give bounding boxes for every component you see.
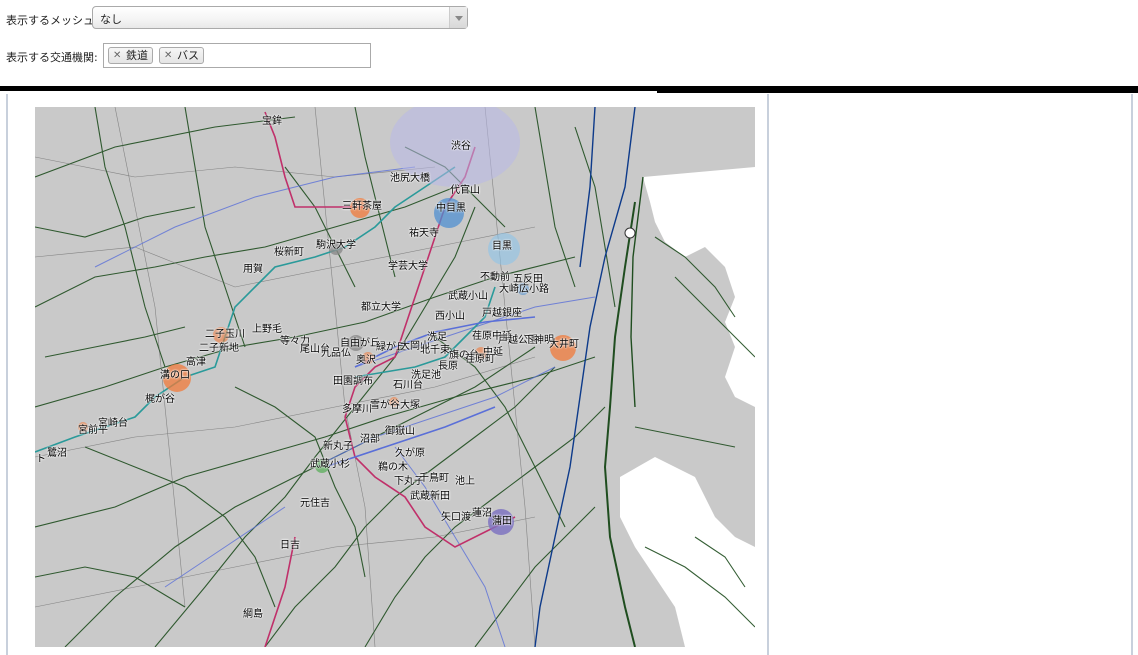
transport-label: 表示する交通機関:: [6, 51, 98, 64]
station-label: 千鳥町: [419, 473, 449, 484]
station-label: 久が原: [395, 448, 425, 459]
station-label: 駒沢大学: [316, 240, 356, 251]
station-label: 御嶽山: [385, 426, 415, 437]
station-label: 北千束: [420, 345, 450, 356]
station-label: 蓮沼: [472, 508, 492, 519]
chevron-down-icon[interactable]: [449, 7, 467, 28]
station-label: 二子玉川: [205, 329, 245, 340]
station-label: 鵜の木: [378, 462, 408, 473]
map-canvas: [35, 107, 755, 647]
map-view[interactable]: 宝鉾 渋谷 池尻大橋 代官山 三軒茶屋 中目黒 祐天寺 目黒 駒沢大学 桜新町 …: [35, 107, 755, 647]
map-top-label: 宝鉾: [262, 116, 282, 127]
station-label: 矢口渡: [441, 512, 471, 523]
station-label: 大井町: [549, 339, 579, 350]
station-label: 池尻大橋: [390, 173, 430, 184]
station-label: 綱島: [243, 609, 263, 620]
station-label: 大崎広小路: [499, 284, 549, 295]
station-label: 新丸子: [323, 441, 353, 452]
station-label: 洗足: [427, 332, 447, 343]
station-label: 元住吉: [300, 498, 330, 509]
sea-area-lower: [620, 457, 755, 647]
mesh-select-value: なし: [100, 13, 122, 26]
station-label: 沼部: [360, 434, 380, 445]
mesh-select[interactable]: なし: [92, 6, 468, 29]
transport-multiselect[interactable]: ✕ 鉄道 ✕ バス: [103, 43, 371, 68]
station-label: 都立大学: [361, 302, 401, 313]
station-label: 九品仏: [321, 348, 351, 359]
station-label: 石川台: [393, 380, 423, 391]
station-label: 武蔵小山: [448, 291, 488, 302]
divider-bar-right: [657, 86, 1138, 93]
station-label: 中目黒: [436, 203, 466, 214]
station-label: 武蔵小杉: [310, 459, 350, 470]
mesh-label: 表示するメッシュ:: [6, 14, 98, 27]
chip-rail-label: 鉄道: [126, 49, 148, 62]
station-label: 西小山: [435, 311, 465, 322]
station-label: 自由が丘: [340, 338, 380, 349]
chip-bus: ✕ バス: [159, 47, 204, 64]
station-label: 不動前: [480, 272, 510, 283]
station-label: 三軒茶屋: [342, 201, 382, 212]
station-label: 池上: [455, 476, 475, 487]
station-label: 代官山: [450, 185, 480, 196]
station-label: 用賀: [243, 264, 263, 275]
station-label: 桜新町: [274, 247, 304, 258]
station-label: 多摩川: [342, 404, 372, 415]
station-label: 蒲田: [492, 516, 512, 527]
station-label: 戸越銀座: [482, 308, 522, 319]
station-label: 荏原町: [465, 354, 495, 365]
station-label: 奥沢: [356, 355, 376, 366]
remove-icon[interactable]: ✕: [113, 48, 121, 63]
station-label: ト: [36, 454, 46, 465]
station-label: 二子新地: [199, 343, 239, 354]
jr-lines: [534, 107, 636, 647]
station-label: 雪が谷大塚: [370, 400, 420, 411]
remove-icon[interactable]: ✕: [164, 48, 172, 63]
divider-bar: [0, 86, 657, 91]
station-label: 高津: [186, 357, 206, 368]
station-label: 鷺沼: [47, 448, 67, 459]
station-label: 溝の口: [160, 370, 190, 381]
station-label: 長原: [438, 361, 458, 372]
station-label: 学芸大学: [388, 261, 428, 272]
station-label: 目黒: [492, 241, 512, 252]
panel-border: [1131, 94, 1133, 655]
sea-area: [643, 167, 755, 407]
chip-bus-label: バス: [177, 49, 199, 62]
bay-coast: [603, 201, 636, 647]
station-label: 梶が谷: [145, 394, 175, 405]
station-label: 上野毛: [252, 324, 282, 335]
port-marker: [624, 227, 636, 239]
station-label: 宮前平: [78, 425, 108, 436]
station-label: 日吉: [280, 540, 300, 551]
station-label: 祐天寺: [409, 228, 439, 239]
station-label: 田園調布: [333, 376, 373, 387]
station-label: 渋谷: [451, 141, 471, 152]
station-label: 武蔵新田: [410, 491, 450, 502]
chip-rail: ✕ 鉄道: [108, 47, 153, 64]
